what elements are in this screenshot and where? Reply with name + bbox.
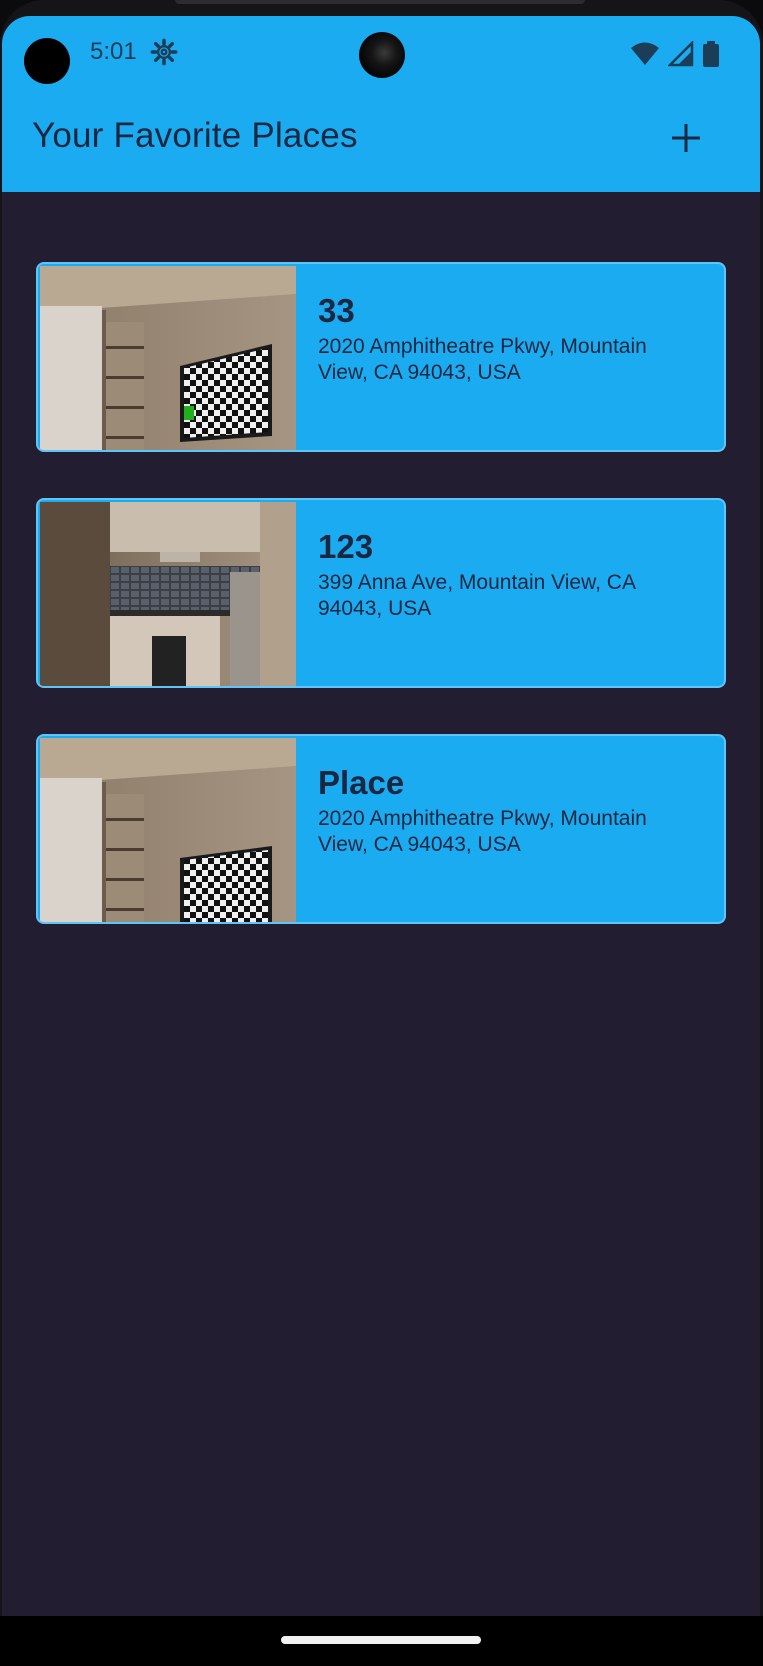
place-title: Place bbox=[318, 764, 405, 801]
home-gesture-handle[interactable] bbox=[281, 1636, 481, 1644]
screen: 5:01 Your Favorite Places 33 2020 Amphit… bbox=[2, 16, 760, 1666]
status-bar: 5:01 bbox=[2, 16, 760, 92]
signal-icon bbox=[668, 41, 694, 67]
battery-icon bbox=[703, 41, 719, 67]
place-title: 123 bbox=[318, 528, 374, 565]
place-address: 2020 Amphitheatre Pkwy, Mountain View, C… bbox=[318, 807, 647, 856]
add-place-button[interactable] bbox=[664, 116, 708, 160]
app-bar: 5:01 Your Favorite Places bbox=[2, 16, 760, 192]
device-frame: 5:01 Your Favorite Places 33 2020 Amphit… bbox=[0, 0, 763, 1666]
place-card[interactable]: Place 2020 Amphitheatre Pkwy, Mountain V… bbox=[36, 734, 726, 924]
system-icons bbox=[630, 40, 720, 68]
place-thumbnail bbox=[40, 266, 296, 450]
plus-icon bbox=[672, 124, 700, 152]
place-address: 399 Anna Ave, Mountain View, CA 94043, U… bbox=[318, 571, 635, 620]
front-camera bbox=[359, 32, 405, 78]
device-top-edge bbox=[175, 0, 585, 4]
place-title: 33 bbox=[318, 292, 355, 329]
place-card[interactable]: 33 2020 Amphitheatre Pkwy, Mountain View… bbox=[36, 262, 726, 452]
status-time: 5:01 bbox=[90, 38, 137, 65]
settings-icon bbox=[150, 38, 178, 66]
page-title: Your Favorite Places bbox=[32, 116, 358, 155]
status-dot bbox=[24, 38, 70, 84]
wifi-icon bbox=[631, 42, 659, 65]
place-address: 2020 Amphitheatre Pkwy, Mountain View, C… bbox=[318, 335, 647, 384]
place-thumbnail bbox=[40, 738, 296, 922]
place-card[interactable]: 123 399 Anna Ave, Mountain View, CA 9404… bbox=[36, 498, 726, 688]
place-thumbnail bbox=[40, 502, 296, 686]
navigation-bar bbox=[0, 1616, 763, 1666]
